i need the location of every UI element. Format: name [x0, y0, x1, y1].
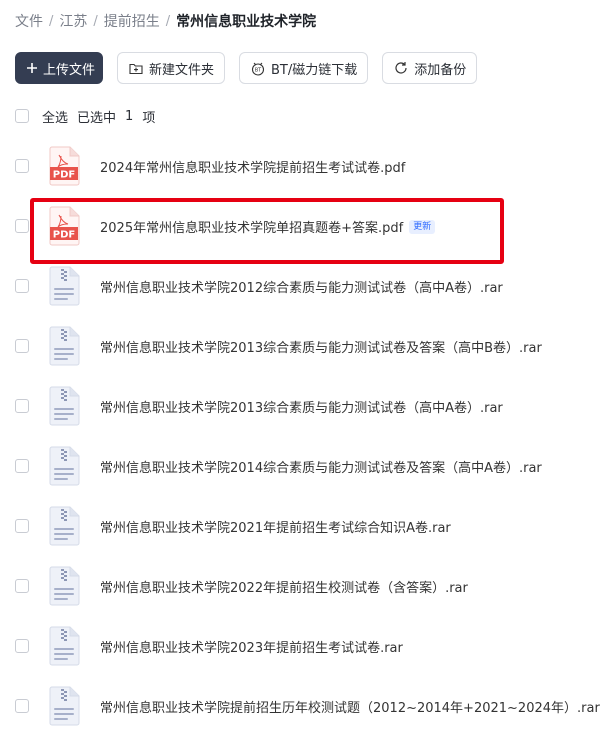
file-name-container[interactable]: 2024年常州信息职业技术学院提前招生考试试卷.pdf: [100, 157, 405, 176]
file-row[interactable]: 常州信息职业技术学院2022年提前招生校测试卷（含答案）.rar: [0, 556, 606, 616]
breadcrumb-item-early-admission[interactable]: 提前招生: [104, 11, 160, 31]
file-name-container[interactable]: 常州信息职业技术学院2021年提前招生考试综合知识A卷.rar: [100, 517, 451, 536]
file-row[interactable]: 常州信息职业技术学院2013综合素质与能力测试试卷（高中A卷）.rar: [0, 376, 606, 436]
pdf-file-icon: PDF: [46, 206, 82, 246]
breadcrumb-separator: /: [93, 13, 98, 29]
breadcrumb-item-files[interactable]: 文件: [15, 11, 43, 31]
file-name[interactable]: 常州信息职业技术学院2021年提前招生考试综合知识A卷.rar: [100, 517, 451, 536]
selected-suffix: 项: [142, 110, 156, 126]
file-name-container[interactable]: 2025年常州信息职业技术学院单招真题卷+答案.pdf 更新: [100, 217, 436, 236]
file-row[interactable]: PDF 2024年常州信息职业技术学院提前招生考试试卷.pdf: [0, 136, 606, 196]
refresh-icon: [393, 60, 409, 76]
file-row-checkbox[interactable]: [15, 159, 29, 173]
selected-prefix: 已选中: [77, 110, 117, 126]
file-row-checkbox[interactable]: [15, 639, 29, 653]
file-row[interactable]: 常州信息职业技术学院2021年提前招生考试综合知识A卷.rar: [0, 496, 606, 556]
file-name-container[interactable]: 常州信息职业技术学院2014综合素质与能力测试试卷及答案（高中A卷）.rar: [100, 457, 542, 476]
bt-magnet-download-button[interactable]: BT BT/磁力链下载: [239, 52, 369, 84]
new-folder-button[interactable]: 新建文件夹: [117, 52, 226, 84]
breadcrumb-separator: /: [49, 13, 54, 29]
file-row-checkbox[interactable]: [15, 699, 29, 713]
archive-file-icon: [46, 386, 82, 426]
updated-badge: 更新: [409, 219, 436, 234]
upload-file-label: 上传文件: [43, 62, 96, 78]
archive-file-icon: [46, 566, 82, 606]
file-name[interactable]: 常州信息职业技术学院2023年提前招生考试试卷.rar: [100, 637, 403, 656]
file-name[interactable]: 常州信息职业技术学院2013综合素质与能力测试试卷及答案（高中B卷）.rar: [100, 337, 542, 356]
file-row-checkbox[interactable]: [15, 519, 29, 533]
add-backup-label: 添加备份: [414, 62, 467, 78]
breadcrumb: 文件 / 江苏 / 提前招生 / 常州信息职业技术学院: [15, 11, 316, 31]
file-name[interactable]: 2025年常州信息职业技术学院单招真题卷+答案.pdf: [100, 217, 403, 236]
svg-text:PDF: PDF: [53, 170, 75, 181]
breadcrumb-current-folder: 常州信息职业技术学院: [176, 14, 317, 30]
file-row-checkbox[interactable]: [15, 279, 29, 293]
file-manager-page: 文件 / 江苏 / 提前招生 / 常州信息职业技术学院 上传文件 新建文件夹 B…: [0, 0, 606, 732]
file-name-container[interactable]: 常州信息职业技术学院2022年提前招生校测试卷（含答案）.rar: [100, 577, 468, 596]
selection-bar: 全选 已选中 1 项: [15, 107, 156, 126]
file-row-checkbox[interactable]: [15, 399, 29, 413]
file-name-container[interactable]: 常州信息职业技术学院2013综合素质与能力测试试卷（高中A卷）.rar: [100, 397, 503, 416]
bt-magnet-download-label: BT/磁力链下载: [271, 62, 358, 78]
archive-file-icon: [46, 506, 82, 546]
select-all-label[interactable]: 全选: [42, 107, 68, 126]
file-row-checkbox[interactable]: [15, 339, 29, 353]
svg-text:BT: BT: [255, 67, 262, 73]
select-all-checkbox[interactable]: [15, 109, 29, 123]
bt-icon: BT: [250, 60, 266, 76]
breadcrumb-item-jiangsu[interactable]: 江苏: [59, 11, 87, 31]
file-row[interactable]: 常州信息职业技术学院2013综合素质与能力测试试卷及答案（高中B卷）.rar: [0, 316, 606, 376]
file-list: PDF 2024年常州信息职业技术学院提前招生考试试卷.pdf PDF 2025…: [0, 136, 606, 732]
breadcrumb-separator: /: [165, 13, 171, 29]
archive-file-icon: [46, 446, 82, 486]
file-row-checkbox[interactable]: [15, 579, 29, 593]
file-row[interactable]: PDF 2025年常州信息职业技术学院单招真题卷+答案.pdf 更新: [0, 196, 606, 256]
file-name-container[interactable]: 常州信息职业技术学院2012综合素质与能力测试试卷（高中A卷）.rar: [100, 277, 503, 296]
file-name[interactable]: 常州信息职业技术学院提前招生历年校测试题（2012~2014年+2021~202…: [100, 697, 600, 716]
pdf-file-icon: PDF: [46, 146, 82, 186]
file-name[interactable]: 常州信息职业技术学院2013综合素质与能力测试试卷（高中A卷）.rar: [100, 397, 503, 416]
file-row[interactable]: 常州信息职业技术学院2014综合素质与能力测试试卷及答案（高中A卷）.rar: [0, 436, 606, 496]
file-name[interactable]: 常州信息职业技术学院2022年提前招生校测试卷（含答案）.rar: [100, 577, 468, 596]
archive-file-icon: [46, 686, 82, 726]
file-name-container[interactable]: 常州信息职业技术学院2023年提前招生考试试卷.rar: [100, 637, 403, 656]
folder-plus-icon: [128, 60, 144, 76]
file-row[interactable]: 常州信息职业技术学院2023年提前招生考试试卷.rar: [0, 616, 606, 676]
file-name[interactable]: 常州信息职业技术学院2012综合素质与能力测试试卷（高中A卷）.rar: [100, 277, 503, 296]
selected-count: 1: [125, 108, 134, 124]
svg-text:PDF: PDF: [53, 230, 75, 241]
new-folder-label: 新建文件夹: [149, 62, 215, 78]
file-row[interactable]: 常州信息职业技术学院2012综合素质与能力测试试卷（高中A卷）.rar: [0, 256, 606, 316]
archive-file-icon: [46, 326, 82, 366]
add-backup-button[interactable]: 添加备份: [382, 52, 478, 84]
toolbar: 上传文件 新建文件夹 BT BT/磁力链下载 添加备份: [15, 52, 491, 84]
plus-icon: [26, 60, 38, 76]
file-row[interactable]: 常州信息职业技术学院提前招生历年校测试题（2012~2014年+2021~202…: [0, 676, 606, 732]
file-name[interactable]: 2024年常州信息职业技术学院提前招生考试试卷.pdf: [100, 157, 405, 176]
file-row-checkbox[interactable]: [15, 219, 29, 233]
archive-file-icon: [46, 626, 82, 666]
file-name-container[interactable]: 常州信息职业技术学院2013综合素质与能力测试试卷及答案（高中B卷）.rar: [100, 337, 542, 356]
file-name-container[interactable]: 常州信息职业技术学院提前招生历年校测试题（2012~2014年+2021~202…: [100, 697, 600, 716]
file-name[interactable]: 常州信息职业技术学院2014综合素质与能力测试试卷及答案（高中A卷）.rar: [100, 457, 542, 476]
archive-file-icon: [46, 266, 82, 306]
file-row-checkbox[interactable]: [15, 459, 29, 473]
upload-file-button[interactable]: 上传文件: [15, 52, 103, 84]
